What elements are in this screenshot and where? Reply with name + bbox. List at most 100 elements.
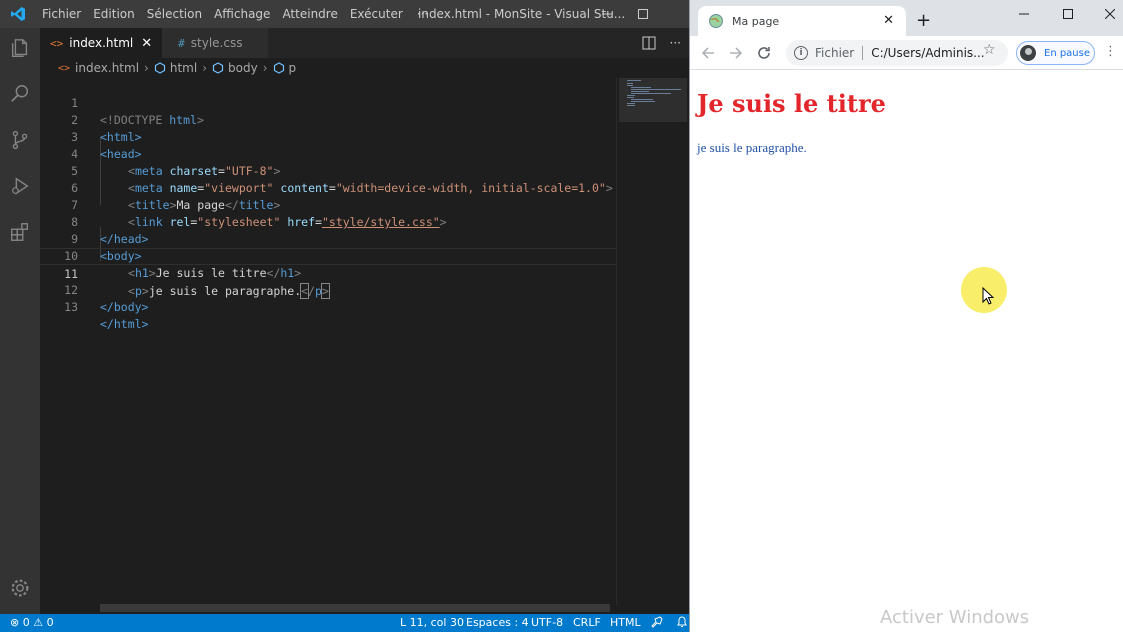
maximize-icon xyxy=(1063,9,1073,19)
maximize-icon xyxy=(638,9,648,19)
breadcrumb-p[interactable]: p xyxy=(289,61,297,75)
encoding-status[interactable]: UTF-8 xyxy=(531,614,563,632)
menu-fichier[interactable]: Fichier xyxy=(36,0,87,28)
minimize-icon xyxy=(602,13,612,15)
code-line: 6 <title>Ma page</title> xyxy=(71,181,281,212)
vscode-logo-icon xyxy=(0,0,36,28)
chevron-right-icon: › xyxy=(262,61,268,75)
status-bar: ⊗ 0 ⚠ 0 L 11, col 30 Espaces : 4 UTF-8 C… xyxy=(0,614,689,632)
arrow-right-icon xyxy=(730,47,743,59)
reload-button[interactable] xyxy=(754,43,774,63)
activity-bar xyxy=(0,28,40,614)
close-window-button[interactable] xyxy=(1090,0,1123,28)
globe-icon xyxy=(709,14,723,28)
more-actions-icon[interactable]: ··· xyxy=(670,36,681,50)
breadcrumb-html[interactable]: html xyxy=(170,61,197,75)
tab-style-css[interactable]: # style.css xyxy=(162,28,269,58)
chrome-toolbar: i Fichier C:/Users/Adminis... ☆ En pause… xyxy=(690,36,1123,70)
chrome-window: Ma page ✕ + i Fichier C:/Users/Adminis..… xyxy=(689,0,1123,632)
omnibox-url: C:/Users/Adminis... xyxy=(871,46,985,60)
browser-tab[interactable]: Ma page ✕ xyxy=(698,6,906,36)
menu-executer[interactable]: Exécuter xyxy=(344,0,409,28)
feedback-icon[interactable] xyxy=(651,614,663,632)
gear-icon xyxy=(11,579,29,597)
code-line: 7 <link rel="stylesheet" href="style/sty… xyxy=(71,198,447,229)
current-code-line: 11 <p>je suis le paragraphe.</p> xyxy=(40,248,616,299)
element-icon xyxy=(273,62,284,74)
html-file-icon: <> xyxy=(58,62,71,74)
eol-status[interactable]: CRLF xyxy=(573,614,601,632)
code-editor[interactable]: 1 <!DOCTYPE html> 2 <html> 3 <head> 4 <m… xyxy=(40,78,616,606)
element-icon xyxy=(154,62,165,74)
split-editor-icon[interactable] xyxy=(642,36,656,50)
close-icon[interactable]: ✕ xyxy=(141,36,152,51)
run-debug-button[interactable] xyxy=(0,166,40,206)
new-tab-button[interactable]: + xyxy=(916,10,931,31)
minimap[interactable] xyxy=(616,78,689,606)
windows-activation-watermark: Activer Windows xyxy=(880,607,1030,628)
reload-icon xyxy=(758,47,770,59)
css-file-icon: # xyxy=(178,36,185,50)
language-mode[interactable]: HTML xyxy=(610,614,641,632)
maximize-button[interactable] xyxy=(1048,0,1088,28)
code-line: 13 </html> xyxy=(64,300,149,331)
vscode-titlebar: Fichier Edition Sélection Affichage Atte… xyxy=(0,0,689,28)
cursor-position[interactable]: L 11, col 30 xyxy=(400,614,464,632)
minimize-button[interactable] xyxy=(1004,0,1044,28)
problems-status[interactable]: ⊗ 0 ⚠ 0 xyxy=(10,614,54,632)
chrome-tabstrip: Ma page ✕ + xyxy=(690,0,1123,36)
vscode-window: Fichier Edition Sélection Affichage Atte… xyxy=(0,0,689,632)
maximize-button[interactable] xyxy=(625,0,661,28)
tab-label: style.css xyxy=(190,36,243,50)
html-file-icon: <> xyxy=(50,36,64,50)
page-paragraph: je suis le paragraphe. xyxy=(697,140,807,155)
search-icon xyxy=(11,85,29,102)
page-heading: Je suis le titre xyxy=(697,89,886,118)
element-icon xyxy=(212,62,224,74)
menu-atteindre[interactable]: Atteindre xyxy=(276,0,343,28)
close-icon xyxy=(1105,9,1115,19)
minimize-button[interactable] xyxy=(589,0,625,28)
back-button[interactable] xyxy=(698,43,718,63)
avatar xyxy=(1019,44,1037,62)
search-button[interactable] xyxy=(0,74,40,114)
page-viewport: Je suis le titre je suis le paragraphe. … xyxy=(690,71,1123,632)
files-icon xyxy=(11,39,28,57)
tab-index-html[interactable]: <> index.html ✕ xyxy=(40,28,163,58)
info-icon[interactable]: i xyxy=(794,46,808,60)
chevron-right-icon: › xyxy=(202,61,207,75)
breadcrumb-file[interactable]: index.html xyxy=(75,61,139,75)
code-line: 12 </body> xyxy=(64,283,149,314)
error-icon: ⊗ xyxy=(10,616,20,629)
explorer-button[interactable] xyxy=(0,28,40,68)
menu-edition[interactable]: Edition xyxy=(87,0,141,28)
code-line: 10 <h1>Je suis le titre</h1> xyxy=(64,249,302,280)
extensions-button[interactable] xyxy=(0,212,40,252)
extensions-icon xyxy=(11,223,29,241)
menu-kebab-icon[interactable]: ⋮ xyxy=(1104,44,1117,59)
address-bar[interactable]: i Fichier C:/Users/Adminis... xyxy=(786,40,1008,66)
code-line: 3 <head> xyxy=(71,130,142,161)
code-line: 8 </head> xyxy=(71,215,149,246)
arrow-left-icon xyxy=(701,47,714,59)
manage-button[interactable] xyxy=(0,568,40,608)
code-line: 2 <html> xyxy=(71,113,142,144)
minimize-icon xyxy=(1019,13,1029,15)
menu-selection[interactable]: Sélection xyxy=(141,0,208,28)
horizontal-scrollbar[interactable] xyxy=(100,604,610,612)
menu-affichage[interactable]: Affichage xyxy=(208,0,276,28)
source-control-button[interactable] xyxy=(0,120,40,160)
breadcrumb-body[interactable]: body xyxy=(228,61,258,75)
editor-actions: ··· xyxy=(642,28,681,58)
forward-button[interactable] xyxy=(726,43,746,63)
bookmark-star-icon[interactable]: ☆ xyxy=(983,42,996,58)
notifications-bell-icon[interactable] xyxy=(677,614,687,632)
tab-label: index.html xyxy=(69,36,134,50)
chevron-right-icon: › xyxy=(144,61,149,75)
mouse-pointer-icon xyxy=(982,287,994,305)
profile-button[interactable]: En pause xyxy=(1016,41,1095,65)
indentation-status[interactable]: Espaces : 4 xyxy=(466,614,529,632)
breadcrumb: <> index.html › html › body › p xyxy=(40,58,689,78)
close-tab-icon[interactable]: ✕ xyxy=(883,13,894,28)
warning-icon: ⚠ xyxy=(33,616,44,629)
